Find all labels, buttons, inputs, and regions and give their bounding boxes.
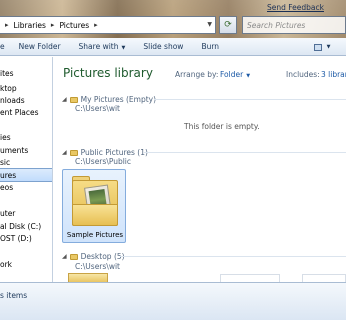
group-header-public-pictures[interactable]: ◢ Public Pictures (1) <box>62 148 148 157</box>
pictures-folder-icon <box>72 176 118 226</box>
breadcrumb-pictures[interactable]: Pictures <box>59 21 89 30</box>
nav-item-videos[interactable]: eos <box>0 183 13 192</box>
folder-tile-sample-pictures[interactable]: Sample Pictures <box>62 169 126 243</box>
view-icon <box>313 43 322 51</box>
chevron-down-icon: ▼ <box>326 44 331 50</box>
chevron-down-icon: ▼ <box>121 45 126 51</box>
slide-show-button[interactable]: Slide show <box>143 42 183 51</box>
group-divider <box>144 152 346 153</box>
nav-item-pictures[interactable]: ures <box>0 171 16 180</box>
folder-icon <box>69 96 78 103</box>
nav-item-computer[interactable]: uter <box>0 209 15 218</box>
refresh-icon: ⟳ <box>224 20 232 30</box>
nav-item-host-d[interactable]: OST (D:) <box>0 234 32 243</box>
item-count: s items <box>0 291 28 300</box>
collapse-triangle-icon: ◢ <box>62 253 67 260</box>
nav-item-music[interactable]: sic <box>0 158 10 167</box>
arrange-by-value: Folder <box>220 70 244 79</box>
nav-item-libraries[interactable]: ies <box>0 133 11 142</box>
desktop-item[interactable] <box>220 274 280 282</box>
desktop-item-folder-icon[interactable] <box>68 273 108 282</box>
group-divider <box>154 99 346 100</box>
nav-item-desktop[interactable]: ktop <box>0 84 17 93</box>
nav-item-documents[interactable]: uments <box>0 146 28 155</box>
command-bar: e New Folder Share with ▼ Slide show Burn… <box>0 38 346 56</box>
content-pane: Pictures library Arrange by: Folder ▼ Inc… <box>54 57 346 282</box>
library-title: Pictures library <box>63 66 153 80</box>
folder-tile-label: Sample Pictures <box>66 231 124 239</box>
group-title: Desktop (5) <box>80 252 125 261</box>
includes-label: Includes: <box>286 70 320 79</box>
group-divider <box>120 256 346 257</box>
group-path[interactable]: C:\Users\Public <box>75 157 131 166</box>
group-title: Public Pictures (1) <box>80 148 148 157</box>
group-path[interactable]: C:\Users\wit <box>75 262 120 271</box>
nav-item-favorites[interactable]: ites <box>0 69 14 78</box>
nav-item-recent-places[interactable]: ent Places <box>0 108 39 117</box>
arrange-by-dropdown[interactable]: Folder ▼ <box>220 70 250 79</box>
new-folder-button[interactable]: New Folder <box>19 42 61 51</box>
folder-icon <box>69 149 78 156</box>
share-with-label: Share with <box>78 42 119 51</box>
details-pane: s items <box>0 282 346 320</box>
collapse-triangle-icon: ◢ <box>62 96 67 103</box>
breadcrumb-separator-icon: ▸ <box>94 21 98 29</box>
search-input[interactable]: Search Pictures <box>242 16 346 34</box>
nav-item-local-disk-c[interactable]: al Disk (C:) <box>0 222 41 231</box>
breadcrumb-libraries[interactable]: Libraries <box>14 21 46 30</box>
address-dropdown-icon[interactable]: ▼ <box>207 21 212 28</box>
group-path[interactable]: C:\Users\wit <box>75 104 120 113</box>
organize-button[interactable]: e <box>0 42 5 51</box>
nav-item-network[interactable]: ork <box>0 260 12 269</box>
share-with-button[interactable]: Share with ▼ <box>79 42 126 51</box>
empty-folder-message: This folder is empty. <box>184 122 260 131</box>
navigation-pane: ites ktop nloads ent Places ies uments s… <box>0 57 53 282</box>
group-header-desktop[interactable]: ◢ Desktop (5) <box>62 252 125 261</box>
address-bar[interactable]: ▸ Libraries ▸ Pictures ▸ ▼ <box>0 16 216 34</box>
group-title: My Pictures (Empty) <box>80 95 157 104</box>
arrange-by-label: Arrange by: <box>175 70 219 79</box>
change-view-button[interactable]: ▼ <box>312 41 332 53</box>
folder-icon <box>69 253 78 260</box>
send-feedback-link[interactable]: Send Feedback <box>267 3 324 12</box>
burn-button[interactable]: Burn <box>201 42 219 51</box>
desktop-item[interactable] <box>302 274 346 282</box>
breadcrumb-separator-icon: ▸ <box>50 21 55 29</box>
collapse-triangle-icon: ◢ <box>62 149 67 156</box>
chevron-down-icon: ▼ <box>246 73 251 79</box>
breadcrumb-separator-icon: ▸ <box>5 21 9 29</box>
group-header-my-pictures[interactable]: ◢ My Pictures (Empty) <box>62 95 156 104</box>
nav-item-downloads[interactable]: nloads <box>0 96 25 105</box>
includes-locations-link[interactable]: 3 library <box>321 70 346 79</box>
refresh-button[interactable]: ⟳ <box>219 16 237 34</box>
